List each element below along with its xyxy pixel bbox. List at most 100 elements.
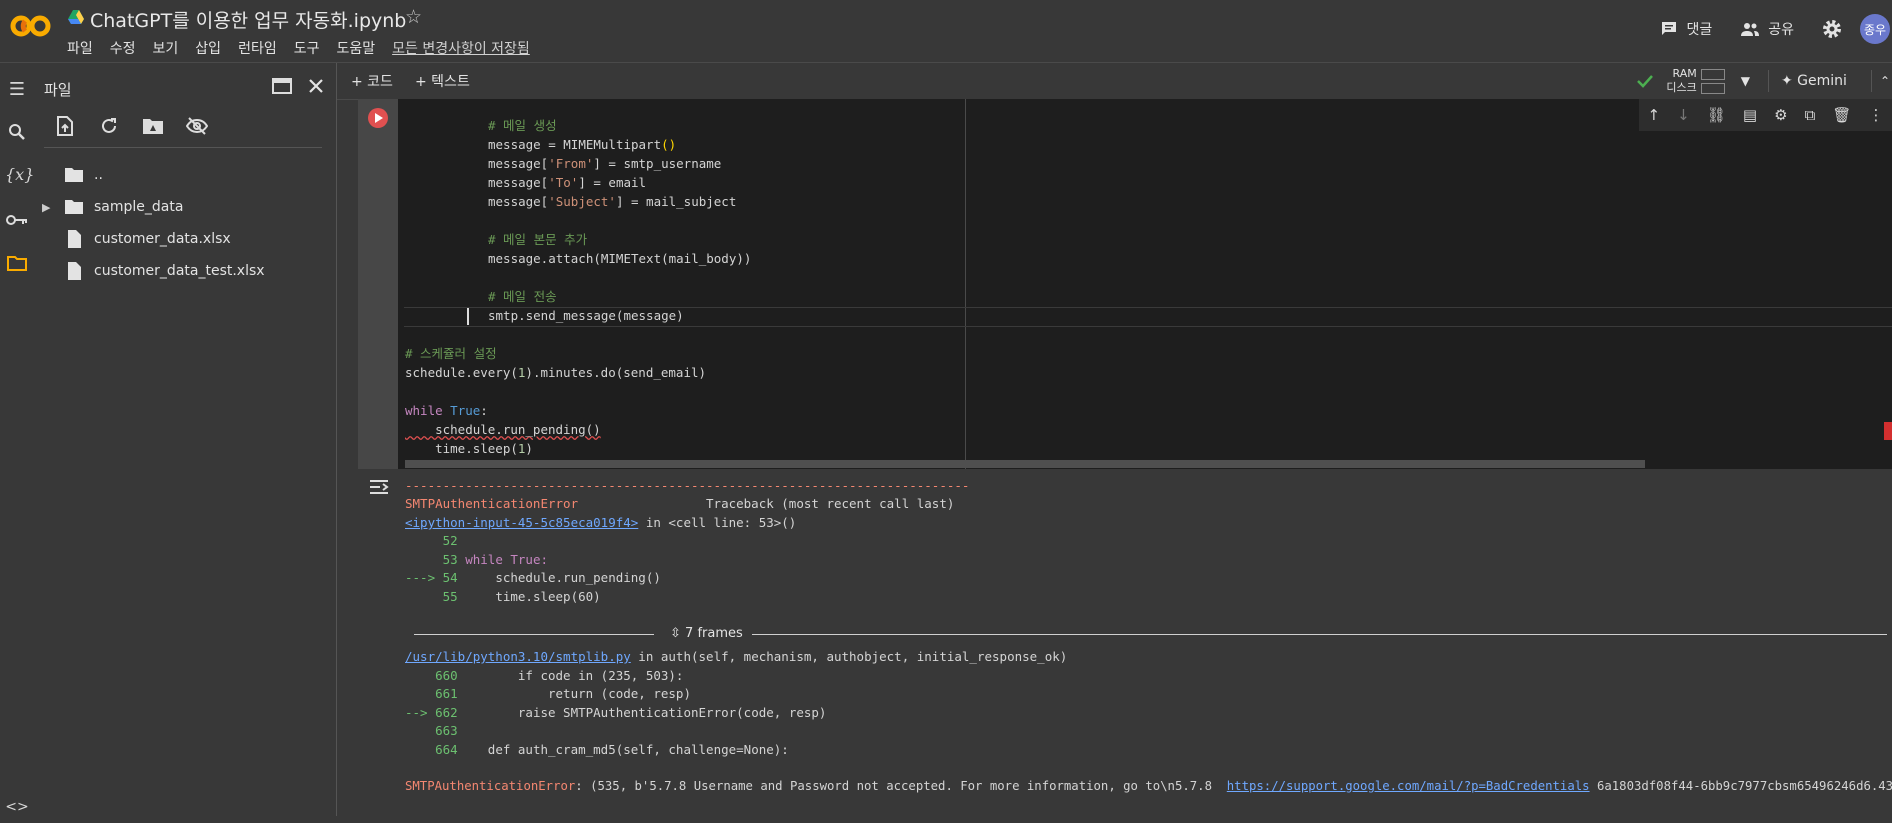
gemini-button[interactable]: ✦ Gemini (1781, 73, 1847, 89)
file-name: .. (94, 167, 103, 183)
menu-runtime[interactable]: 런타임 (238, 38, 277, 58)
code-line: # 메일 전송 (488, 289, 557, 304)
code-line: # 스케쥴러 설정 (405, 346, 497, 361)
gear-icon[interactable]: ⚙ (1774, 106, 1787, 124)
error-marker (1884, 422, 1892, 440)
menu-view[interactable]: 보기 (153, 38, 179, 58)
traceback-link[interactable]: <ipython-input-45-5c85eca019f4> (405, 515, 638, 530)
add-text-button[interactable]: + 텍스트 (415, 71, 470, 91)
code-line: schedule.every(1).minutes.do(send_email) (405, 365, 707, 380)
file-panel-title: 파일 (44, 81, 72, 99)
output-line: ----------------------------------------… (405, 478, 970, 493)
search-icon[interactable] (5, 123, 29, 147)
file-row-sample-data[interactable]: ▶ sample_data (42, 195, 183, 219)
star-icon[interactable]: ☆ (405, 6, 422, 28)
chevron-down-icon[interactable]: ▼ (1741, 74, 1750, 88)
menu-file[interactable]: 파일 (67, 38, 93, 58)
link-icon[interactable]: ⛓ (1707, 106, 1726, 124)
output-line: 52 (405, 533, 458, 548)
output-line: 663 (405, 723, 458, 738)
drive-icon (68, 10, 84, 24)
colab-logo[interactable] (10, 12, 52, 40)
code-snippets-icon[interactable]: <> (5, 799, 29, 823)
folder-icon (65, 200, 83, 214)
frames-label: 7 frames (685, 626, 743, 641)
comment-icon[interactable]: ▤ (1743, 106, 1757, 124)
gemini-label: Gemini (1797, 73, 1847, 89)
save-status[interactable]: 모든 변경사항이 저장됨 (392, 38, 530, 58)
menu-help[interactable]: 도움말 (336, 38, 375, 58)
code-line: message['To'] = email (488, 175, 647, 190)
output-line: ---> 54 schedule.run_pending() (405, 570, 661, 585)
disk-label: 디스크 (1666, 81, 1697, 94)
file-row-customer-data-test[interactable]: customer_data_test.xlsx (42, 259, 265, 283)
add-code-button[interactable]: + 코드 (351, 71, 393, 91)
output-line: 661 return (code, resp) (405, 686, 691, 701)
avatar[interactable]: 종우 (1860, 14, 1890, 44)
menu-tools[interactable]: 도구 (294, 38, 320, 58)
resource-bars (1700, 68, 1725, 94)
resource-labels[interactable]: RAM 디스크 (1666, 67, 1696, 95)
header: ChatGPT를 이용한 업무 자동화.ipynb ☆ 파일 수정 보기 삽입 … (0, 0, 1892, 63)
folder-icon (65, 168, 83, 182)
key-icon[interactable] (5, 211, 29, 235)
editor-ruler (965, 99, 966, 469)
delete-icon[interactable]: 🗑 (1832, 106, 1851, 124)
notebook-toolbar: + 코드 + 텍스트 RAM 디스크 ▼ ✦ Gemini ⌃ (337, 63, 1892, 100)
output-line: <ipython-input-45-5c85eca019f4> in <cell… (405, 515, 797, 530)
refresh-icon[interactable] (96, 115, 122, 137)
file-row-customer-data[interactable]: customer_data.xlsx (42, 227, 231, 251)
chevron-right-icon[interactable]: ▶ (42, 201, 56, 214)
share-button[interactable]: 공유 (1740, 19, 1794, 39)
file-name: sample_data (94, 199, 184, 215)
move-down-icon[interactable]: ↓ (1677, 106, 1690, 124)
divider (752, 634, 1887, 635)
header-actions: 댓글 공유 종우 (1660, 14, 1892, 44)
variables-icon[interactable]: {x} (5, 165, 34, 189)
file-name: customer_data_test.xlsx (94, 263, 265, 279)
file-name: customer_data.xlsx (94, 231, 231, 247)
divider (44, 147, 322, 148)
gear-icon[interactable] (1822, 19, 1842, 39)
cell-toolbar: ↑ ↓ ⛓ ▤ ⚙ ⧉ 🗑 ⋮ (1639, 99, 1892, 131)
code-line: message['From'] = smtp_username (488, 156, 722, 171)
code-line: message = MIMEMultipart() (488, 137, 677, 152)
file-icon (68, 262, 81, 280)
mount-drive-icon[interactable] (140, 115, 166, 137)
upload-icon[interactable] (52, 115, 78, 137)
output-line: SMTPAuthenticationError Traceback (most … (405, 496, 955, 511)
menu-edit[interactable]: 수정 (110, 38, 136, 58)
output-menu-icon[interactable] (368, 478, 390, 496)
file-row-parent[interactable]: .. (42, 163, 103, 187)
mirror-cell-icon[interactable]: ⧉ (1805, 106, 1816, 124)
move-up-icon[interactable]: ↑ (1648, 106, 1661, 124)
error-message: SMTPAuthenticationError: (535, b'5.7.8 U… (405, 779, 1892, 793)
share-label: 공유 (1768, 22, 1794, 38)
code-line: # 메일 생성 (488, 118, 557, 133)
text-cursor (467, 308, 469, 325)
notebook-title[interactable]: ChatGPT를 이용한 업무 자동화.ipynb (90, 6, 406, 33)
frames-toggle[interactable]: ⇳ 7 frames (670, 626, 743, 641)
menu-insert[interactable]: 삽입 (195, 38, 221, 58)
chevron-up-icon[interactable]: ⌃ (1880, 74, 1890, 88)
file-icon (68, 230, 81, 248)
more-icon[interactable]: ⋮ (1868, 106, 1883, 124)
bad-credentials-link[interactable]: https://support.google.com/mail/?p=BadCr… (1227, 779, 1590, 793)
run-cell-button[interactable] (368, 108, 388, 128)
hide-files-icon[interactable] (184, 115, 210, 137)
horizontal-scrollbar[interactable] (405, 460, 1645, 468)
folder-icon[interactable] (5, 255, 29, 279)
toc-icon[interactable]: ☰ (5, 79, 29, 103)
file-panel: 파일 .. ▶ sample_data customer_data.xlsx c… (34, 63, 337, 816)
new-window-icon[interactable] (272, 77, 292, 95)
left-rail: ☰ {x} <> (0, 63, 34, 816)
code-line: time.sleep(1) (405, 441, 533, 456)
comment-icon (1662, 22, 1677, 35)
output-line: 664 def auth_cram_md5(self, challenge=No… (405, 742, 789, 757)
close-icon[interactable] (308, 78, 324, 94)
code-line: message.attach(MIMEText(mail_body)) (488, 251, 752, 266)
traceback-link[interactable]: /usr/lib/python3.10/smtplib.py (405, 649, 631, 664)
code-line: message['Subject'] = mail_subject (488, 194, 737, 209)
comments-button[interactable]: 댓글 (1660, 19, 1712, 39)
output-line: --> 662 raise SMTPAuthenticationError(co… (405, 705, 827, 720)
